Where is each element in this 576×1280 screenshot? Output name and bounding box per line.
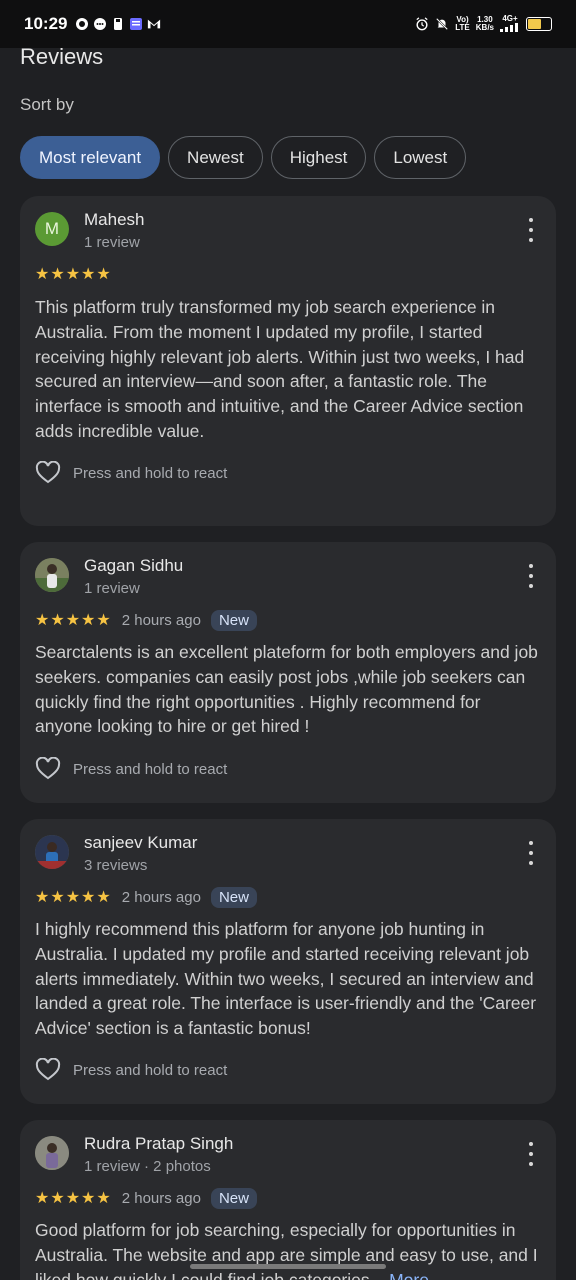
reviewer-name[interactable]: Rudra Pratap Singh — [84, 1134, 233, 1154]
new-badge: New — [210, 609, 257, 631]
react-label: Press and hold to react — [73, 464, 228, 482]
review-time: 2 hours ago — [121, 611, 201, 629]
react-label: Press and hold to react — [73, 760, 228, 778]
more-link[interactable]: More — [389, 1270, 429, 1280]
review-text: Good platform for job searching, especia… — [35, 1218, 541, 1280]
whatsapp-icon — [75, 17, 89, 31]
more-options-icon[interactable] — [524, 218, 538, 242]
app-icon — [129, 17, 143, 31]
notification-icons — [75, 17, 161, 31]
more-options-icon[interactable] — [524, 1142, 538, 1166]
new-badge: New — [210, 886, 257, 908]
react-button[interactable]: Press and hold to react — [35, 461, 227, 485]
reviewer-meta: 3 reviews — [84, 857, 148, 874]
chip-highest[interactable]: Highest — [270, 136, 367, 179]
signal-icon — [500, 22, 518, 32]
reviewer-name[interactable]: sanjeev Kumar — [84, 833, 197, 853]
sort-label: Sort by — [20, 95, 74, 114]
more-options-icon[interactable] — [524, 841, 538, 865]
new-badge: New — [210, 1187, 257, 1209]
heart-icon — [35, 757, 61, 780]
reviewer-meta: 1 review — [84, 580, 140, 597]
page-title: Reviews — [20, 44, 104, 69]
review-text-content: Good platform for job searching, especia… — [35, 1220, 538, 1280]
chip-newest[interactable]: Newest — [168, 136, 263, 179]
review-text: Searctalents is an excellent plateform f… — [35, 642, 538, 737]
more-options-icon[interactable] — [524, 564, 538, 588]
chip-most-relevant[interactable]: Most relevant — [20, 136, 161, 179]
mute-icon — [435, 17, 449, 31]
reviewer-name[interactable]: Gagan Sidhu — [84, 556, 183, 576]
review-card: Gagan Sidhu 1 review ★★★★★ 2 hours ago N… — [20, 542, 556, 803]
review-time: 2 hours ago — [121, 888, 201, 906]
star-rating: ★★★★★ — [35, 1190, 112, 1207]
avatar[interactable] — [35, 558, 69, 592]
review-text: This platform truly transformed my job s… — [35, 297, 525, 441]
sort-chips: Most relevant Newest Highest Lowest — [20, 136, 467, 179]
rating-row: ★★★★★ 2 hours ago New — [35, 1186, 257, 1210]
review-card: sanjeev Kumar 3 reviews ★★★★★ 2 hours ag… — [20, 819, 556, 1104]
sim-icon — [111, 17, 125, 31]
gesture-nav-handle[interactable] — [190, 1264, 386, 1269]
alarm-icon — [415, 17, 429, 31]
avatar[interactable]: M — [35, 212, 69, 246]
speed-unit: KB/s — [475, 23, 494, 32]
review-text: I highly recommend this platform for any… — [35, 919, 537, 1039]
rating-row: ★★★★★ 2 hours ago New — [35, 608, 257, 632]
rating-row: ★★★★★ — [35, 262, 112, 286]
review-card: Rudra Pratap Singh 1 review · 2 photos ★… — [20, 1120, 556, 1280]
avatar[interactable] — [35, 835, 69, 869]
react-button[interactable]: Press and hold to react — [35, 757, 227, 781]
reviewer-meta: 1 review · 2 photos — [84, 1158, 211, 1175]
react-label: Press and hold to react — [73, 1061, 228, 1079]
signal-label: 4G+ — [502, 13, 518, 23]
battery-icon — [526, 17, 552, 31]
review-card: M Mahesh 1 review ★★★★★ This platform tr… — [20, 196, 556, 526]
reviewer-name[interactable]: Mahesh — [84, 210, 144, 230]
status-time: 10:29 — [24, 14, 68, 33]
network-speed: 1.30 KB/s — [476, 16, 494, 32]
avatar[interactable] — [35, 1136, 69, 1170]
heart-icon — [35, 1058, 61, 1081]
star-rating: ★★★★★ — [35, 889, 112, 906]
status-right: Vo) LTE 1.30 KB/s 4G+ — [415, 13, 552, 34]
rating-row: ★★★★★ 2 hours ago New — [35, 885, 257, 909]
volte-indicator: Vo) LTE — [455, 16, 470, 32]
gmail-icon — [147, 17, 161, 31]
status-bar: 10:29 Vo) LTE 1.30 KB/s 4G+ — [0, 0, 576, 48]
heart-icon — [35, 461, 61, 484]
chat-icon — [93, 17, 107, 31]
chip-lowest[interactable]: Lowest — [374, 136, 467, 179]
star-rating: ★★★★★ — [35, 266, 112, 283]
signal-indicator: 4G+ — [500, 13, 520, 34]
reviewer-meta: 1 review — [84, 234, 140, 251]
star-rating: ★★★★★ — [35, 612, 112, 629]
review-time: 2 hours ago — [121, 1189, 201, 1207]
react-button[interactable]: Press and hold to react — [35, 1058, 227, 1082]
lte-label: LTE — [455, 23, 470, 32]
